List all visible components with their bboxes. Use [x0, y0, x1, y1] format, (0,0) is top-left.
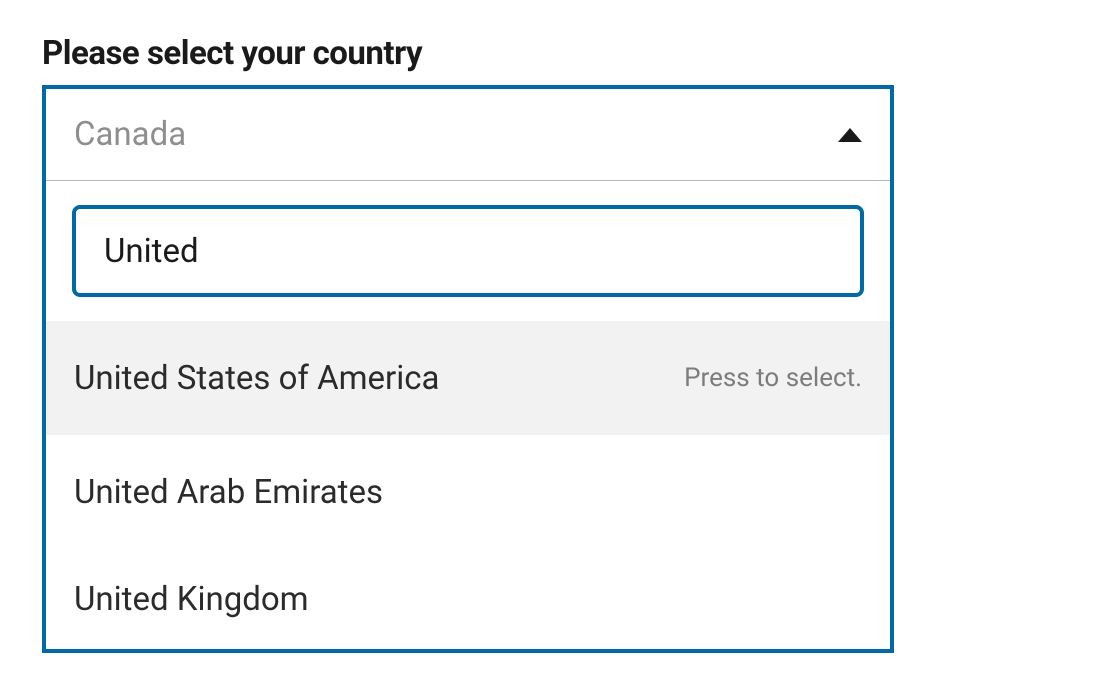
search-wrapper — [46, 181, 890, 321]
chevron-up-icon — [838, 128, 862, 142]
search-input[interactable] — [72, 205, 864, 297]
select-hint: Press to select. — [684, 363, 862, 393]
option-united-kingdom[interactable]: United Kingdom — [46, 549, 890, 649]
option-united-arab-emirates[interactable]: United Arab Emirates — [46, 435, 890, 549]
field-label: Please select your country — [42, 34, 1074, 73]
combobox-header[interactable]: Canada — [46, 89, 890, 181]
option-label: United Arab Emirates — [74, 473, 383, 512]
country-combobox[interactable]: Canada United States of America Press to… — [42, 85, 894, 653]
combobox-placeholder: Canada — [74, 115, 186, 154]
options-list: United States of America Press to select… — [46, 321, 890, 649]
option-label: United Kingdom — [74, 580, 309, 619]
option-united-states[interactable]: United States of America Press to select… — [46, 321, 890, 435]
option-label: United States of America — [74, 359, 439, 398]
